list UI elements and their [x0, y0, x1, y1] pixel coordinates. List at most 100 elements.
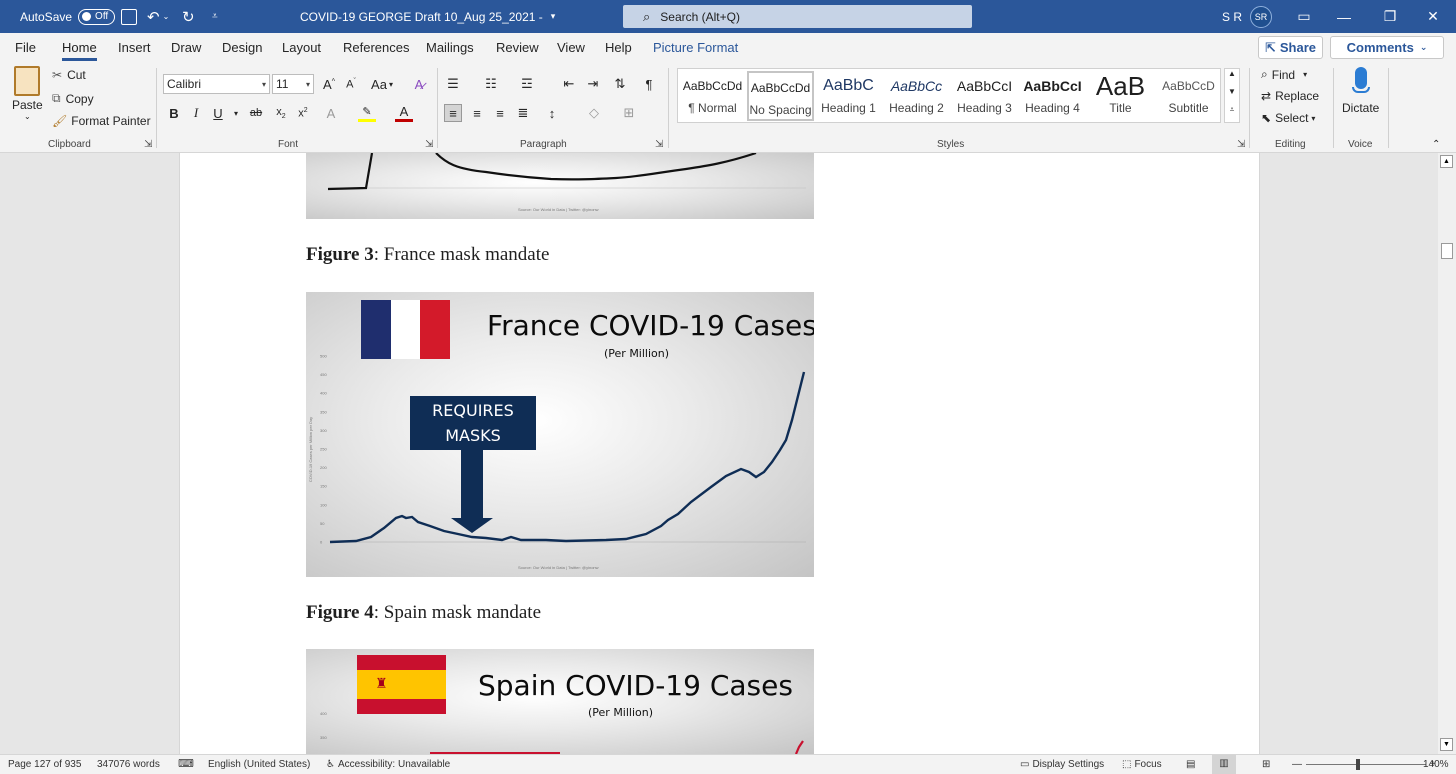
- clipboard-launcher-icon[interactable]: ⇲: [144, 139, 152, 150]
- scrollbar-thumb[interactable]: [1441, 243, 1453, 259]
- line-spacing-button[interactable]: ↕: [543, 104, 561, 122]
- text-effects-button[interactable]: A: [322, 104, 340, 122]
- subscript-button[interactable]: x2: [272, 104, 290, 122]
- figure-3-image[interactable]: France COVID-19 Cases (Per Million) REQU…: [306, 292, 814, 577]
- style-normal[interactable]: AaBbCcDd ¶ Normal: [679, 71, 746, 121]
- strikethrough-button[interactable]: ab: [247, 104, 265, 122]
- page-count[interactable]: Page 127 of 935: [8, 759, 81, 770]
- style-heading-3[interactable]: AaBbCcI Heading 3: [951, 71, 1018, 121]
- share-button[interactable]: ⇱ Share: [1258, 36, 1323, 59]
- style-no-spacing[interactable]: AaBbCcDd No Spacing: [747, 71, 814, 121]
- more-styles-icon[interactable]: ⩡: [1225, 105, 1239, 122]
- tab-insert[interactable]: Insert: [118, 40, 151, 55]
- font-launcher-icon[interactable]: ⇲: [425, 139, 433, 150]
- proofing-icon[interactable]: ⌨: [178, 757, 194, 770]
- zoom-slider[interactable]: [1306, 759, 1426, 770]
- tab-layout[interactable]: Layout: [282, 40, 321, 55]
- bullets-button[interactable]: ☰: [444, 75, 462, 93]
- figure-2-image[interactable]: Source: Our World in Data | Twitter: @yi…: [306, 153, 814, 219]
- vertical-scrollbar[interactable]: ▲ ▼: [1438, 153, 1456, 754]
- style-heading-4[interactable]: AaBbCcI Heading 4: [1019, 71, 1086, 121]
- replace-button[interactable]: ⇄ Replace: [1261, 89, 1319, 103]
- undo-button[interactable]: ↶ ⌄: [147, 0, 169, 33]
- style-title[interactable]: AaB Title: [1087, 71, 1154, 121]
- tab-help[interactable]: Help: [605, 40, 632, 55]
- accessibility-status[interactable]: ♿ Accessibility: Unavailable: [326, 759, 450, 770]
- redo-button[interactable]: ↻: [182, 0, 195, 33]
- shrink-font-button[interactable]: Aˇ: [342, 75, 360, 93]
- tab-review[interactable]: Review: [496, 40, 539, 55]
- select-button[interactable]: ⬉ Select ▾: [1261, 111, 1315, 125]
- dictate-button[interactable]: Dictate: [1342, 67, 1379, 115]
- word-count[interactable]: 347076 words: [97, 759, 160, 770]
- increase-indent-button[interactable]: ⇥: [584, 75, 602, 93]
- decrease-indent-button[interactable]: ⇤: [560, 75, 578, 93]
- change-case-button[interactable]: Aa ▾: [370, 75, 394, 93]
- autosave-control[interactable]: AutoSave Off: [20, 0, 116, 33]
- underline-button[interactable]: U: [209, 104, 227, 122]
- save-button[interactable]: [121, 0, 137, 33]
- align-left-button[interactable]: ≡: [444, 104, 462, 122]
- print-layout-icon[interactable]: ▥: [1212, 755, 1236, 774]
- focus-button[interactable]: ⬚ Focus: [1122, 759, 1162, 770]
- grow-font-button[interactable]: A^: [320, 75, 338, 93]
- scroll-up-icon[interactable]: ▲: [1440, 155, 1453, 168]
- format-painter-button[interactable]: 🖌 Format Painter: [52, 114, 151, 128]
- tab-file[interactable]: File: [15, 40, 36, 55]
- restore-button[interactable]: ❐: [1367, 0, 1413, 33]
- superscript-button[interactable]: x2: [294, 104, 312, 122]
- font-name-combo[interactable]: Calibri ▾: [163, 74, 270, 94]
- tab-home[interactable]: Home: [62, 40, 97, 61]
- autosave-toggle[interactable]: Off: [78, 8, 116, 25]
- scroll-up-icon[interactable]: ▲: [1225, 69, 1239, 87]
- align-center-button[interactable]: ≡: [468, 104, 486, 122]
- tab-mailings[interactable]: Mailings: [426, 40, 474, 55]
- borders-button[interactable]: ⊞: [620, 104, 638, 122]
- zoom-slider-thumb[interactable]: [1356, 759, 1360, 770]
- search-input[interactable]: ⌕ Search (Alt+Q): [623, 5, 972, 28]
- zoom-level[interactable]: 140%: [1423, 759, 1449, 770]
- scroll-down-icon[interactable]: ▼: [1440, 738, 1453, 751]
- tab-references[interactable]: References: [343, 40, 409, 55]
- tab-draw[interactable]: Draw: [171, 40, 201, 55]
- bold-button[interactable]: B: [165, 104, 183, 122]
- comments-button[interactable]: Comments ⌄: [1330, 36, 1444, 59]
- font-size-combo[interactable]: 11 ▾: [272, 74, 314, 94]
- close-button[interactable]: ✕: [1410, 0, 1456, 33]
- document-title[interactable]: COVID-19 GEORGE Draft 10_Aug 25_2021 - ▾: [300, 0, 555, 33]
- account-button[interactable]: SR: [1250, 0, 1272, 33]
- paragraph-launcher-icon[interactable]: ⇲: [655, 139, 663, 150]
- scroll-down-icon[interactable]: ▼: [1225, 87, 1239, 105]
- sort-button[interactable]: ⇅: [611, 75, 629, 93]
- numbering-button[interactable]: ☷: [482, 75, 500, 93]
- style-heading-1[interactable]: AaBbC Heading 1: [815, 71, 882, 121]
- paste-button[interactable]: Paste ⌄: [12, 66, 43, 121]
- italic-button[interactable]: I: [187, 104, 205, 122]
- shading-button[interactable]: ◇: [585, 104, 603, 122]
- read-mode-icon[interactable]: ▤: [1186, 759, 1195, 770]
- collapse-ribbon-icon[interactable]: ⌃: [1432, 139, 1440, 150]
- cut-button[interactable]: ✂ Cut: [52, 68, 86, 82]
- tab-view[interactable]: View: [557, 40, 585, 55]
- minimize-button[interactable]: —: [1321, 0, 1367, 33]
- clear-formatting-button[interactable]: A̷: [410, 75, 428, 93]
- web-layout-icon[interactable]: ⊞: [1262, 759, 1270, 770]
- language-indicator[interactable]: English (United States): [208, 759, 310, 770]
- highlight-button[interactable]: ✎: [358, 104, 376, 122]
- style-subtitle[interactable]: AaBbCcD Subtitle: [1155, 71, 1222, 121]
- display-settings-button[interactable]: ▭ Display Settings: [1020, 759, 1104, 770]
- copy-button[interactable]: ⧉ Copy: [52, 91, 94, 106]
- underline-dropdown[interactable]: ▾: [227, 104, 245, 122]
- tab-design[interactable]: Design: [222, 40, 262, 55]
- tab-picture-format[interactable]: Picture Format: [653, 40, 738, 55]
- styles-scrollbar[interactable]: ▲ ▼ ⩡: [1224, 68, 1240, 123]
- font-color-button[interactable]: A: [395, 104, 413, 122]
- style-heading-2[interactable]: AaBbCc Heading 2: [883, 71, 950, 121]
- justify-button[interactable]: ≣: [514, 104, 532, 122]
- show-marks-button[interactable]: ¶: [640, 75, 658, 93]
- multilevel-list-button[interactable]: ☲: [518, 75, 536, 93]
- zoom-out-icon[interactable]: —: [1292, 759, 1302, 770]
- align-right-button[interactable]: ≡: [491, 104, 509, 122]
- styles-launcher-icon[interactable]: ⇲: [1237, 139, 1245, 150]
- find-button[interactable]: ⌕ Find ▾: [1261, 67, 1307, 82]
